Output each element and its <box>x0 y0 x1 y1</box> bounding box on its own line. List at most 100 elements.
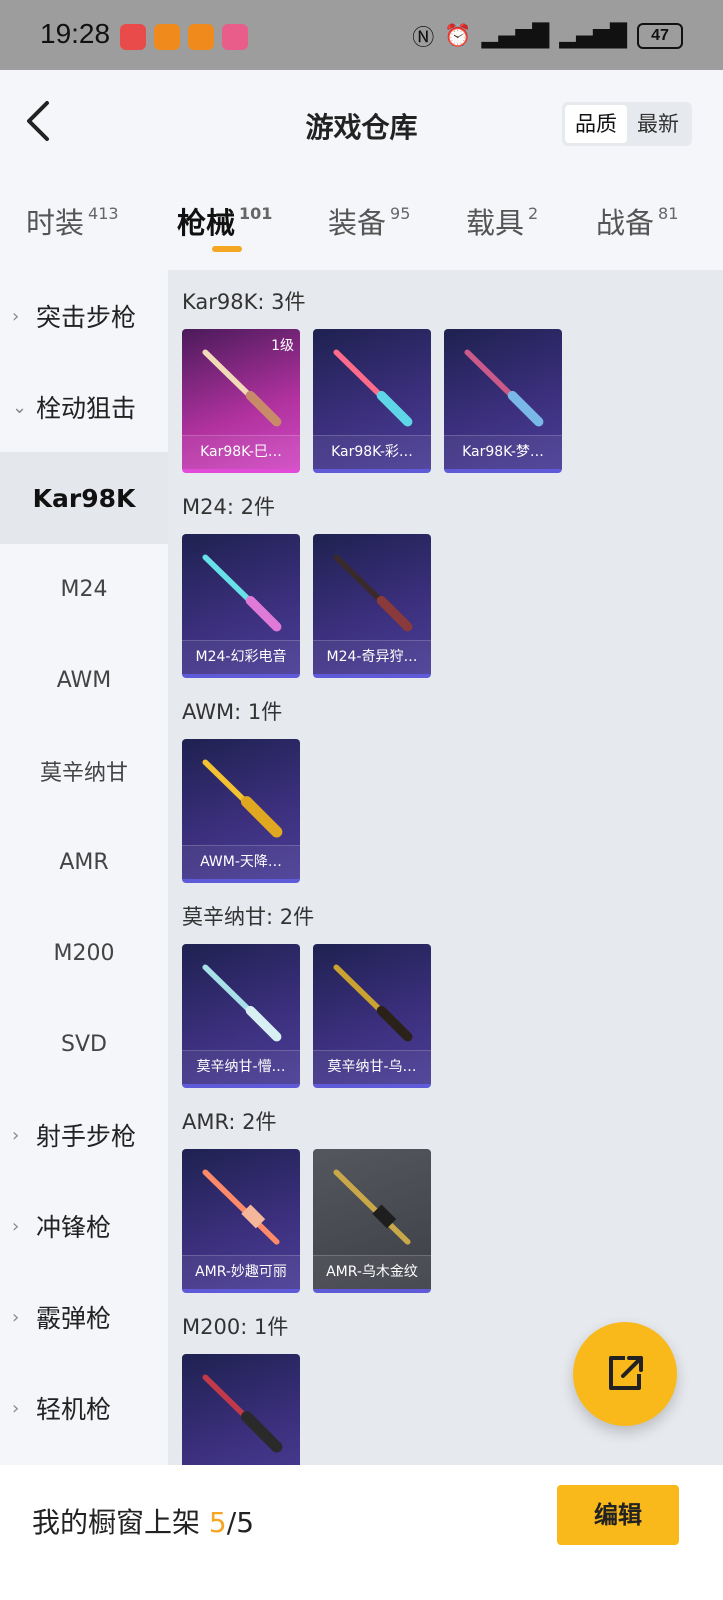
section-title: Kar98K: 3件 <box>182 290 306 314</box>
sidebar: › 突击步枪 ⌄ 栓动狙击 Kar98K M24 AWM 莫辛纳甘 AMR M200… <box>0 270 168 1470</box>
skin-card[interactable] <box>182 1354 300 1465</box>
sidebar-item-label: 冲锋枪 <box>36 1213 112 1242</box>
chevron-right-icon: › <box>12 1397 20 1419</box>
sidebar-item-label: 霰弹枪 <box>36 1304 112 1333</box>
sidebar-item-amr[interactable]: AMR <box>0 816 168 908</box>
edit-button[interactable]: 编辑 <box>557 1485 679 1545</box>
rifle-icon <box>202 349 282 427</box>
category-tabs: 时装 413 枪械 101 装备 95 载具 2 战备 81 <box>0 180 723 270</box>
signal-icon: ▂▄▆█ <box>481 23 550 49</box>
nfc-icon: Ⓝ <box>412 26 435 51</box>
rifle-icon <box>333 1169 411 1245</box>
skin-name: M24-幻彩电音 <box>182 640 300 674</box>
sidebar-item-label: 射手步枪 <box>36 1122 137 1151</box>
skin-name: 莫辛纳甘-懵… <box>182 1050 300 1084</box>
skin-name: AMR-乌木金纹 <box>313 1255 431 1289</box>
skin-name: AMR-妙趣可丽 <box>182 1255 300 1289</box>
sidebar-item-smgs[interactable]: › 冲锋枪 <box>0 1180 168 1272</box>
tab-label: 枪械 <box>177 206 236 240</box>
skin-card[interactable]: 莫辛纳甘-懵… <box>182 944 300 1088</box>
tab-count: 81 <box>658 204 679 223</box>
showcase-status: 我的橱窗上架 5/5 <box>32 1501 254 1541</box>
tab-guns[interactable]: 枪械 101 <box>177 200 272 242</box>
app-notification-icon <box>188 24 214 50</box>
skin-card[interactable]: Kar98K-彩… <box>313 329 431 473</box>
signal-icon: ▂▄▆█ <box>559 23 627 49</box>
showcase-total-count: 5 <box>236 1506 255 1539</box>
skin-name: Kar98K-彩… <box>313 435 431 469</box>
rifle-icon <box>202 1169 280 1245</box>
skin-name: M24-奇异狩… <box>313 640 431 674</box>
skin-card[interactable]: AMR-妙趣可丽 <box>182 1149 300 1293</box>
showcase-separator: / <box>226 1506 237 1539</box>
sort-option-latest[interactable]: 最新 <box>627 105 689 143</box>
showcase-label: 我的橱窗上架 <box>32 1506 201 1539</box>
skin-card[interactable]: Kar98K-梦… <box>444 329 562 473</box>
section-title: 莫辛纳甘: 2件 <box>182 905 315 929</box>
tab-count: 413 <box>88 204 119 223</box>
tab-count: 2 <box>528 204 539 223</box>
status-indicators: Ⓝ ⏰ ▂▄▆█ ▂▄▆█ 47 <box>412 20 683 52</box>
tab-label: 战备 <box>596 206 655 240</box>
section-title: AWM: 1件 <box>182 700 283 724</box>
sidebar-item-assault-rifles[interactable]: › 突击步枪 <box>0 270 168 362</box>
skin-name: Kar98K-巳… <box>182 435 300 469</box>
tab-fashion[interactable]: 时装 413 <box>26 200 119 242</box>
skin-name: 莫辛纳甘-乌… <box>313 1050 431 1084</box>
chevron-right-icon: › <box>12 305 20 327</box>
section-title: M24: 2件 <box>182 495 275 519</box>
showcase-current-count: 5 <box>208 1506 227 1539</box>
share-external-icon <box>609 1356 643 1390</box>
sidebar-item-mosin-nagant[interactable]: 莫辛纳甘 <box>0 725 168 817</box>
skin-card[interactable]: M24-幻彩电音 <box>182 534 300 678</box>
sidebar-item-svd[interactable]: SVD <box>0 998 168 1090</box>
rifle-icon <box>333 554 413 632</box>
skin-card[interactable]: 1级 Kar98K-巳… <box>182 329 300 473</box>
chevron-right-icon: › <box>12 1215 20 1237</box>
sidebar-item-awm[interactable]: AWM <box>0 634 168 726</box>
sidebar-item-kar98k[interactable]: Kar98K <box>0 452 168 544</box>
sidebar-item-label: 栓动狙击 <box>36 394 137 423</box>
skin-card[interactable]: AWM-天降… <box>182 739 300 883</box>
skin-card[interactable]: AMR-乌木金纹 <box>313 1149 431 1293</box>
share-button[interactable] <box>573 1322 677 1426</box>
tab-count: 101 <box>239 204 273 223</box>
chevron-right-icon: › <box>12 1306 20 1328</box>
tab-label: 时装 <box>26 206 85 240</box>
sidebar-item-marksman-rifles[interactable]: › 射手步枪 <box>0 1089 168 1181</box>
sidebar-item-label: 突击步枪 <box>36 303 137 332</box>
skin-card[interactable]: 莫辛纳甘-乌… <box>313 944 431 1088</box>
chevron-right-icon: › <box>12 1124 20 1146</box>
battery-indicator: 47 <box>637 23 683 49</box>
status-time: 19:28 <box>40 18 111 49</box>
sort-option-quality[interactable]: 品质 <box>565 105 627 143</box>
rifle-icon <box>464 349 544 427</box>
item-grid: Kar98K: 3件 1级 Kar98K-巳… Kar98K-彩… Kar98K… <box>168 270 723 1465</box>
rifle-icon <box>333 349 413 427</box>
tab-equipment[interactable]: 装备 95 <box>328 200 410 242</box>
sidebar-item-label: 轻机枪 <box>36 1395 112 1424</box>
skin-name: AWM-天降… <box>182 845 300 879</box>
rifle-icon <box>202 964 282 1042</box>
sidebar-item-m200[interactable]: M200 <box>0 907 168 999</box>
rifle-icon <box>202 1374 283 1453</box>
rifle-icon <box>333 964 413 1042</box>
tab-vehicles[interactable]: 载具 2 <box>466 200 538 242</box>
section-title: AMR: 2件 <box>182 1110 277 1134</box>
skin-name: Kar98K-梦… <box>444 435 562 469</box>
status-bar: 19:28 Ⓝ ⏰ ▂▄▆█ ▂▄▆█ 47 <box>0 0 723 70</box>
section-title: M200: 1件 <box>182 1315 289 1339</box>
sidebar-item-lmgs[interactable]: › 轻机枪 <box>0 1362 168 1454</box>
header: 游戏仓库 品质 最新 <box>0 70 723 180</box>
skin-card[interactable]: M24-奇异狩… <box>313 534 431 678</box>
sidebar-item-bolt-action-snipers[interactable]: ⌄ 栓动狙击 <box>0 361 168 453</box>
sidebar-item-shotguns[interactable]: › 霰弹枪 <box>0 1271 168 1363</box>
bottom-bar: 我的橱窗上架 5/5 编辑 <box>0 1465 723 1600</box>
level-badge: 1级 <box>271 338 294 354</box>
rifle-icon <box>202 759 283 838</box>
sort-toggle: 品质 最新 <box>562 102 692 146</box>
app-notification-icon <box>120 24 146 50</box>
sidebar-item-m24[interactable]: M24 <box>0 543 168 635</box>
active-tab-indicator <box>212 246 242 252</box>
tab-supplies[interactable]: 战备 81 <box>596 200 678 242</box>
